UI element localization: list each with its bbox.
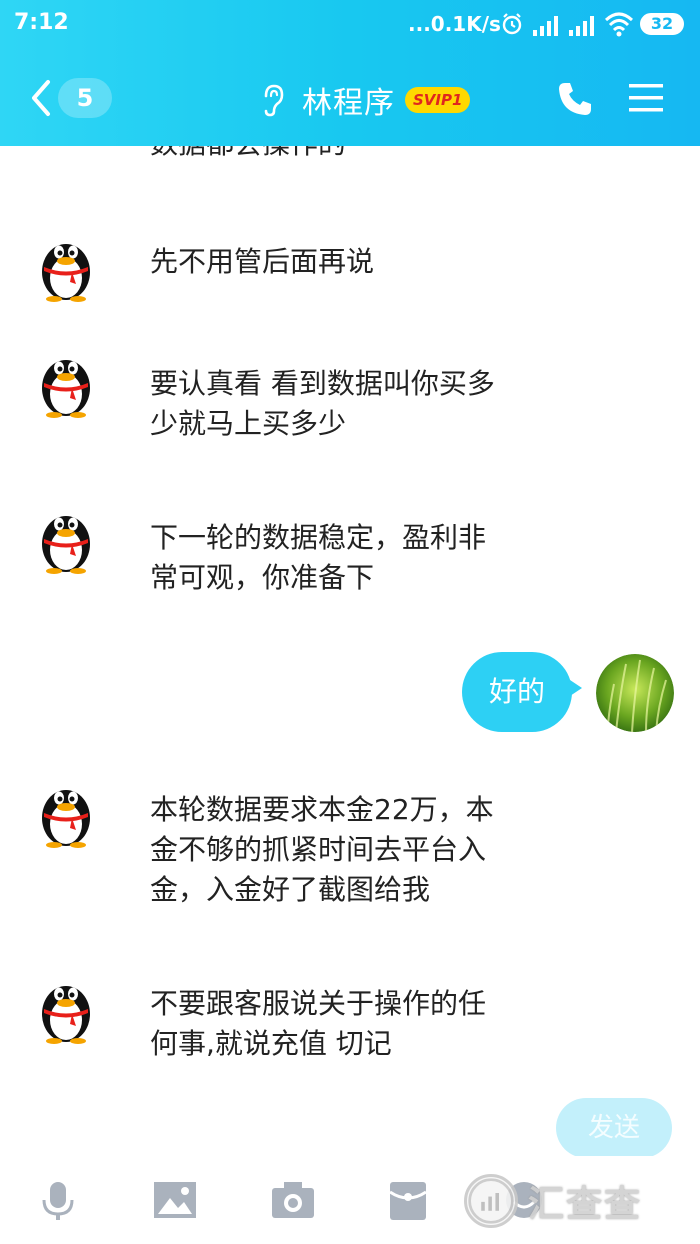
battery-icon: 32 [640, 13, 684, 35]
message-text: 不要跟客服说关于操作的任 何事,就说充值 切记 [150, 987, 487, 1060]
message-text: 本轮数据要求本金22万，本 金不够的抓紧时间去平台入 金，入金好了截图给我 [150, 793, 494, 906]
unread-count-badge: 5 [58, 78, 112, 118]
message-text: 要认真看 看到数据叫你买多 少就马上买多少 [150, 367, 495, 440]
camera-icon[interactable] [270, 1180, 316, 1220]
top-bar: 7:12 ...0.1K/s 32 5 林程序 SVIP1 [0, 0, 700, 146]
message-text: 先不用管后面再说 [150, 245, 375, 278]
wifi-icon [604, 12, 634, 37]
partial-message: 数据都会操作的 [150, 146, 346, 162]
chat-header: 5 林程序 SVIP1 [0, 52, 700, 146]
send-button[interactable]: 发送 [556, 1098, 672, 1156]
contact-name: 林程序 [302, 86, 395, 121]
menu-icon[interactable] [628, 82, 664, 114]
back-chevron-icon [32, 80, 50, 116]
message-text: 下一轮的数据稳定，盈利非 常可观，你准备下 [150, 521, 487, 594]
phone-icon[interactable] [556, 80, 594, 118]
ear-icon [264, 84, 284, 117]
vip-badge: SVIP1 [405, 87, 471, 113]
penguin-avatar-icon[interactable] [36, 974, 96, 1044]
penguin-avatar-icon[interactable] [36, 504, 96, 574]
penguin-avatar-icon[interactable] [36, 232, 96, 302]
penguin-avatar-icon[interactable] [36, 778, 96, 848]
penguin-avatar-icon[interactable] [36, 348, 96, 418]
image-icon[interactable] [152, 1180, 198, 1220]
outgoing-message-bubble[interactable]: 好的 [462, 652, 572, 732]
status-bar: 7:12 ...0.1K/s 32 [0, 0, 700, 52]
user-avatar-icon[interactable] [596, 654, 674, 732]
microphone-icon[interactable] [38, 1180, 78, 1222]
signal-icon [533, 16, 558, 36]
status-net-speed: ...0.1K/s [408, 12, 501, 36]
status-time: 7:12 [14, 10, 69, 35]
signal-icon [569, 16, 594, 36]
bubble-tail [564, 676, 582, 700]
red-packet-icon[interactable] [388, 1180, 428, 1222]
back-button[interactable]: 5 [28, 74, 116, 124]
chat-area[interactable]: 数据都会操作的 先不用管后面再说 要认真看 看到 [0, 146, 700, 1156]
watermark-text: 汇查查 [528, 1184, 643, 1225]
watermark-logo-icon [464, 1174, 518, 1228]
watermark: 汇查查 [464, 1166, 684, 1236]
chat-title[interactable]: 林程序 SVIP1 [258, 78, 471, 122]
alarm-icon [502, 13, 522, 35]
